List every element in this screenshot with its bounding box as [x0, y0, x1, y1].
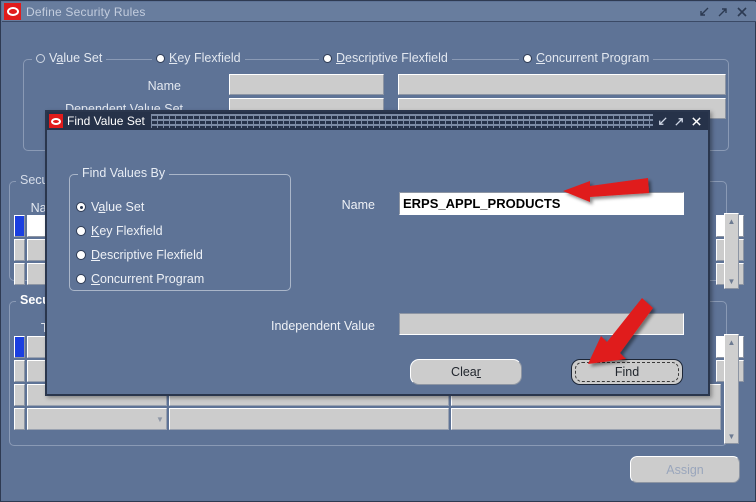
dialog-body: Find Values By Value Set Key Flexfield D…	[47, 130, 708, 394]
radio-indicator-icon	[76, 226, 86, 236]
find-values-by-legend: Find Values By	[78, 166, 170, 180]
bg-name-label: Name	[147, 79, 181, 93]
radio-indicator-icon	[76, 250, 86, 260]
bg-name-field-2[interactable]	[398, 74, 726, 95]
oracle-logo-icon	[4, 3, 21, 20]
find-button-label: Find	[614, 365, 640, 379]
scroll-down-icon[interactable]: ▼	[725, 429, 738, 443]
bg-radio-key-flexfield[interactable]: Key Flexfield	[152, 51, 245, 65]
radio-indicator-icon	[76, 202, 86, 212]
radio-descriptive-flexfield-label: Descriptive Flexfield	[91, 248, 203, 262]
record-indicator[interactable]	[14, 263, 25, 285]
radio-descriptive-flexfield[interactable]: Descriptive Flexfield	[76, 248, 203, 262]
main-window-controls	[698, 6, 754, 18]
value-from-cell-4[interactable]	[169, 408, 449, 430]
dialog-titlebar: Find Value Set	[47, 112, 708, 130]
minimize-icon[interactable]	[657, 116, 668, 127]
type-cell-4[interactable]	[27, 408, 167, 430]
independent-value-label: Independent Value	[270, 319, 375, 333]
dialog-window-controls	[653, 116, 706, 127]
radio-concurrent-program-label: Concurrent Program	[91, 272, 205, 286]
oracle-logo-icon	[49, 114, 63, 128]
scroll-up-icon[interactable]: ▲	[725, 214, 738, 228]
name-input[interactable]: ERPS_APPL_PRODUCTS	[399, 192, 684, 215]
bg-name-field-1[interactable]	[229, 74, 384, 95]
maximize-icon[interactable]	[674, 116, 685, 127]
radio-indicator-icon	[323, 53, 332, 63]
clear-button[interactable]: Clear	[410, 359, 522, 385]
find-button[interactable]: Find	[571, 359, 683, 385]
name-label: Name	[341, 198, 375, 212]
security-rule-scrollbar[interactable]: ▲ ▼	[724, 213, 739, 289]
bg-radio-value-set-label: Value Set	[49, 51, 103, 65]
dialog-title: Find Value Set	[67, 114, 145, 128]
assign-button[interactable]: Assign	[630, 456, 740, 483]
titlebar-hatch-pattern	[150, 114, 653, 128]
scroll-up-icon[interactable]: ▲	[725, 335, 738, 349]
security-elements-scrollbar[interactable]: ▲ ▼	[724, 334, 739, 444]
radio-concurrent-program[interactable]: Concurrent Program	[76, 272, 204, 286]
radio-indicator-icon	[76, 274, 86, 284]
record-indicator-current[interactable]	[14, 215, 25, 237]
independent-value-input[interactable]	[399, 313, 684, 335]
minimize-icon[interactable]	[698, 6, 710, 18]
record-indicator-current[interactable]	[14, 336, 25, 358]
dropdown-arrow-icon[interactable]: ▼	[156, 415, 164, 424]
bg-radio-value-set[interactable]: Value Set	[32, 51, 107, 65]
radio-key-flexfield[interactable]: Key Flexfield	[76, 224, 163, 238]
bg-radio-concurrent-program[interactable]: Concurrent Program	[519, 51, 654, 65]
bg-radio-descriptive-flexfield-label: Descriptive Flexfield	[336, 51, 448, 65]
bg-radio-descriptive-flexfield[interactable]: Descriptive Flexfield	[319, 51, 452, 65]
radio-value-set-label: Value Set	[91, 200, 145, 214]
find-value-set-dialog: Find Value Set Find Values By Value Set …	[45, 110, 710, 396]
value-to-cell-4[interactable]	[451, 408, 721, 430]
radio-indicator-icon	[523, 53, 532, 63]
main-titlebar: Define Security Rules	[2, 2, 756, 22]
scroll-down-icon[interactable]: ▼	[725, 274, 738, 288]
bg-radio-concurrent-program-label: Concurrent Program	[536, 51, 650, 65]
record-indicator[interactable]	[14, 360, 25, 382]
close-icon[interactable]	[691, 116, 702, 127]
bg-radio-key-flexfield-label: Key Flexfield	[169, 51, 241, 65]
record-indicator[interactable]	[14, 239, 25, 261]
clear-button-label: Clear	[451, 365, 481, 379]
record-indicator[interactable]	[14, 384, 25, 406]
main-window-title: Define Security Rules	[26, 4, 146, 19]
radio-key-flexfield-label: Key Flexfield	[91, 224, 163, 238]
radio-indicator-icon	[156, 53, 165, 63]
close-icon[interactable]	[736, 6, 748, 18]
record-indicator[interactable]	[14, 408, 25, 430]
maximize-icon[interactable]	[717, 6, 729, 18]
radio-value-set[interactable]: Value Set	[76, 200, 144, 214]
radio-indicator-icon	[36, 53, 45, 63]
